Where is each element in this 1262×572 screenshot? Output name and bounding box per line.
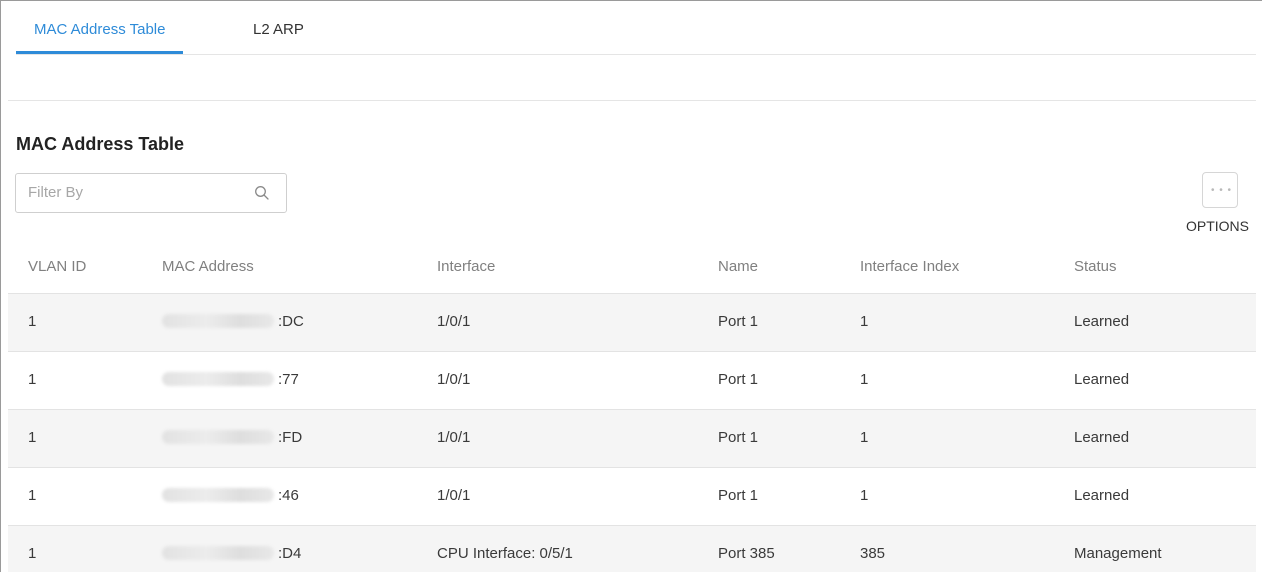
filter-input[interactable] [28, 184, 248, 201]
vlan-id-cell: 1 [28, 371, 37, 388]
redacted-mac [162, 314, 274, 328]
column-header-name[interactable]: Name [718, 258, 758, 275]
mac-address-cell: :FD [162, 429, 302, 446]
name-cell: Port 1 [718, 429, 759, 446]
redacted-mac [162, 372, 274, 386]
filter-box [15, 173, 287, 213]
interface-index-cell: 385 [860, 545, 886, 562]
interface-cell: 1/0/1 [437, 313, 471, 330]
more-dots-icon: • • • [1211, 185, 1233, 196]
column-header-interface-index[interactable]: Interface Index [860, 258, 959, 275]
interface-cell: CPU Interface: 0/5/1 [437, 545, 573, 562]
column-header-status[interactable]: Status [1074, 258, 1117, 275]
table-row[interactable]: 1 :46 1/0/1 Port 1 1 Learned [8, 468, 1256, 526]
tab-mac-address-table[interactable]: MAC Address Table [16, 8, 184, 54]
redacted-mac [162, 430, 274, 444]
tab-bar: MAC Address Table L2 ARP [16, 8, 1256, 55]
vlan-id-cell: 1 [28, 429, 37, 446]
interface-index-cell: 1 [860, 487, 869, 504]
column-header-interface[interactable]: Interface [437, 258, 495, 275]
mac-suffix: :FD [278, 429, 303, 446]
interface-index-cell: 1 [860, 313, 869, 330]
name-cell: Port 385 [718, 545, 775, 562]
interface-cell: 1/0/1 [437, 487, 471, 504]
vlan-id-cell: 1 [28, 545, 37, 562]
mac-suffix: :46 [278, 487, 299, 504]
name-cell: Port 1 [718, 487, 759, 504]
table-header: VLAN ID MAC Address Interface Name Inter… [8, 238, 1256, 294]
divider [8, 100, 1256, 101]
mac-address-table: VLAN ID MAC Address Interface Name Inter… [8, 238, 1256, 572]
tab-l2-arp[interactable]: L2 ARP [239, 8, 318, 54]
mac-suffix: :77 [278, 371, 299, 388]
mac-address-cell: :D4 [162, 545, 301, 562]
table-row[interactable]: 1 :D4 CPU Interface: 0/5/1 Port 385 385 … [8, 526, 1256, 572]
column-header-mac-address[interactable]: MAC Address [162, 258, 254, 275]
status-cell: Learned [1074, 487, 1130, 504]
options-button[interactable]: • • • [1202, 172, 1238, 208]
name-cell: Port 1 [718, 313, 759, 330]
name-cell: Port 1 [718, 371, 759, 388]
redacted-mac [162, 488, 274, 502]
vlan-id-cell: 1 [28, 313, 37, 330]
interface-index-cell: 1 [860, 429, 869, 446]
mac-address-cell: :77 [162, 371, 299, 388]
interface-cell: 1/0/1 [437, 429, 471, 446]
column-header-vlan-id[interactable]: VLAN ID [28, 258, 86, 275]
mac-suffix: :D4 [278, 545, 302, 562]
interface-cell: 1/0/1 [437, 371, 471, 388]
interface-index-cell: 1 [860, 371, 869, 388]
mac-address-cell: :DC [162, 313, 304, 330]
status-cell: Learned [1074, 371, 1130, 388]
table-row[interactable]: 1 :FD 1/0/1 Port 1 1 Learned [8, 410, 1256, 468]
status-cell: Learned [1074, 313, 1130, 330]
redacted-mac [162, 546, 274, 560]
search-icon[interactable] [254, 185, 270, 201]
status-cell: Management [1074, 545, 1162, 562]
page-title: MAC Address Table [16, 134, 185, 154]
status-cell: Learned [1074, 429, 1130, 446]
vlan-id-cell: 1 [28, 487, 37, 504]
mac-suffix: :DC [278, 313, 304, 330]
table-row[interactable]: 1 :DC 1/0/1 Port 1 1 Learned [8, 294, 1256, 352]
mac-address-cell: :46 [162, 487, 299, 504]
table-row[interactable]: 1 :77 1/0/1 Port 1 1 Learned [8, 352, 1256, 410]
options-label: OPTIONS [1186, 218, 1250, 234]
